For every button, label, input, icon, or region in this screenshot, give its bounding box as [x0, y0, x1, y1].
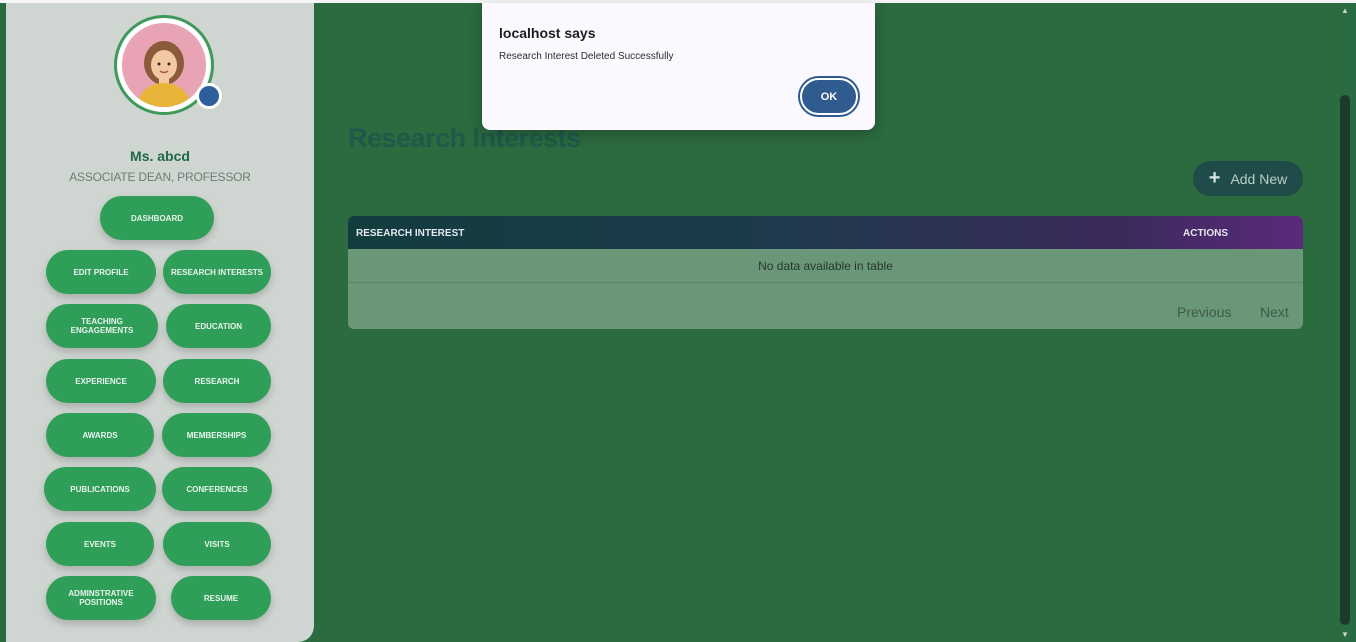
- add-new-label: Add New: [1230, 170, 1288, 187]
- camera-badge-icon[interactable]: [196, 83, 222, 109]
- scroll-down-icon[interactable]: ▼: [1341, 630, 1349, 639]
- column-actions: ACTIONS: [1183, 228, 1228, 239]
- sidebar: Ms. abcd ASSOCIATE DEAN, PROFESSOR DASHB…: [6, 3, 314, 642]
- empty-table-row: No data available in table: [348, 249, 1303, 283]
- nav-research-interests[interactable]: RESEARCH INTERESTS: [163, 250, 271, 294]
- nav-memberships[interactable]: MEMBERSHIPS: [162, 413, 271, 457]
- dialog-title: localhost says: [499, 25, 596, 41]
- nav-edit-profile[interactable]: EDIT PROFILE: [46, 250, 156, 294]
- ok-button[interactable]: OK: [800, 78, 858, 115]
- nav-conferences[interactable]: CONFERENCES: [162, 467, 272, 511]
- nav-dashboard[interactable]: DASHBOARD: [100, 196, 214, 240]
- nav-experience[interactable]: EXPERIENCE: [46, 359, 156, 403]
- nav-publications[interactable]: PUBLICATIONS: [44, 467, 156, 511]
- pagination-next[interactable]: Next: [1260, 304, 1289, 320]
- research-interests-table: RESEARCH INTEREST ACTIONS No data availa…: [348, 216, 1303, 329]
- scrollbar-thumb[interactable]: [1340, 95, 1350, 625]
- scroll-up-icon[interactable]: ▲: [1341, 6, 1349, 15]
- nav-events[interactable]: EVENTS: [46, 522, 154, 566]
- nav-administrative-positions[interactable]: ADMINSTRATIVE POSITIONS: [46, 576, 156, 620]
- user-role: ASSOCIATE DEAN, PROFESSOR: [69, 170, 251, 184]
- alert-dialog: localhost says Research Interest Deleted…: [482, 3, 875, 130]
- nav-teaching-engagements[interactable]: TEACHING ENGAGEMENTS: [46, 304, 158, 348]
- user-name: Ms. abcd: [130, 148, 190, 164]
- nav-research[interactable]: RESEARCH: [163, 359, 271, 403]
- nav-education[interactable]: EDUCATION: [166, 304, 271, 348]
- nav-resume[interactable]: RESUME: [171, 576, 271, 620]
- pagination-previous[interactable]: Previous: [1177, 304, 1231, 320]
- nav-awards[interactable]: AWARDS: [46, 413, 154, 457]
- dialog-message: Research Interest Deleted Successfully: [499, 51, 674, 62]
- avatar-image: [122, 23, 206, 107]
- add-new-button[interactable]: + Add New: [1193, 161, 1303, 196]
- column-research-interest[interactable]: RESEARCH INTEREST: [356, 228, 464, 239]
- nav-visits[interactable]: VISITS: [163, 522, 271, 566]
- table-header: RESEARCH INTEREST ACTIONS: [348, 216, 1303, 249]
- plus-icon: +: [1208, 167, 1221, 189]
